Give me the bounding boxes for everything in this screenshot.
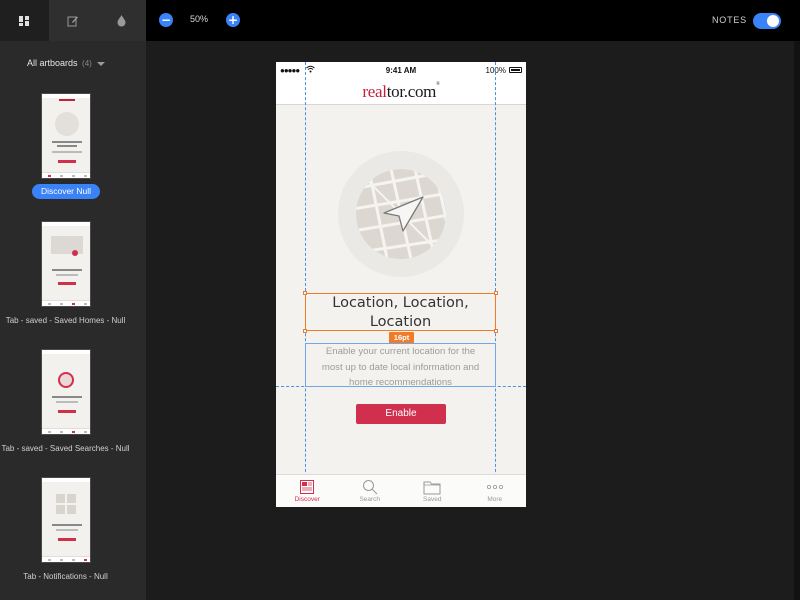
app-header: realtor.com® (276, 78, 526, 105)
ios-status-bar: ●●●●● 9:41 AM 100% (276, 62, 526, 78)
canvas-scrollbar[interactable] (794, 41, 800, 600)
tab-discover[interactable]: Discover (276, 475, 339, 507)
artboard-label-discover-null[interactable]: Discover Null (32, 184, 100, 199)
styles-tab[interactable] (97, 0, 146, 41)
artboard-thumbnail-discover-null[interactable] (41, 93, 91, 179)
edit-note-icon (67, 16, 78, 26)
tab-more[interactable]: More (464, 475, 527, 507)
search-icon (362, 480, 378, 495)
body-line-2: most up to date local information and (321, 361, 480, 373)
chevron-down-icon (97, 61, 106, 66)
artboards-sidebar: All artboards (4) Discover Null Tab - sa… (0, 41, 146, 600)
enable-button[interactable]: Enable (356, 404, 446, 424)
artboard-label-saved-homes[interactable]: Tab - saved - Saved Homes - Null (0, 316, 131, 326)
zoom-in-button[interactable]: + (226, 13, 240, 27)
artboard-count: (4) (82, 59, 92, 68)
location-map-illustration (338, 151, 464, 277)
tab-saved[interactable]: Saved (401, 475, 464, 507)
zoom-out-button[interactable]: − (159, 13, 173, 27)
tab-label-search: Search (359, 496, 381, 503)
realtor-logo: realtor.com® (362, 82, 440, 101)
heading-line-2: Location (369, 314, 432, 330)
all-artboards-title: All artboards (27, 58, 78, 68)
heading-selection[interactable]: Location, Location, Location (303, 291, 498, 333)
notes-tab[interactable] (49, 0, 98, 41)
artboard-thumbnail-saved-homes[interactable] (41, 221, 91, 307)
artboard-label-saved-searches[interactable]: Tab - saved - Saved Searches - Null (0, 444, 131, 454)
notes-label: NOTES (711, 15, 747, 25)
heading-line-1: Location, Location, (332, 295, 469, 311)
guide-line-right (495, 62, 496, 507)
all-artboards-dropdown[interactable]: All artboards (4) (27, 58, 106, 68)
artboards-tab[interactable] (0, 0, 49, 41)
guide-line-left (305, 62, 306, 507)
body-line-3: home recommendations (349, 377, 452, 388)
zoom-level: 50% (189, 14, 208, 24)
tab-label-discover: Discover (294, 496, 320, 503)
selection-handle[interactable] (494, 291, 498, 295)
artboard-thumbnail-notifications[interactable] (41, 477, 91, 563)
toggle-knob (767, 15, 779, 27)
selection-handle[interactable] (303, 329, 307, 333)
artboard-label-notifications[interactable]: Tab - Notifications - Null (0, 572, 131, 582)
battery-icon (509, 67, 522, 73)
color-drop-icon (117, 14, 126, 26)
main-toolbar: − 50% + NOTES (146, 0, 800, 41)
tab-search[interactable]: Search (339, 475, 402, 507)
artboard-discover-null[interactable]: ●●●●● 9:41 AM 100% realtor.com® Location… (276, 62, 526, 507)
sidebar-toolbar (0, 0, 146, 41)
notes-toggle[interactable] (753, 13, 781, 29)
app-tab-bar: Discover Search Saved More (276, 474, 526, 507)
artboards-grid-icon (19, 15, 30, 26)
tab-label-more: More (487, 496, 503, 503)
selection-handle[interactable] (494, 329, 498, 333)
selection-handle[interactable] (303, 291, 307, 295)
canvas[interactable]: ●●●●● 9:41 AM 100% realtor.com® Location… (146, 41, 800, 600)
tab-label-saved: Saved (423, 496, 442, 503)
discover-icon (300, 480, 315, 494)
folder-icon (423, 481, 441, 495)
more-icon (486, 485, 503, 490)
body-text-box[interactable]: Enable your current location for the mos… (305, 343, 496, 388)
artboard-thumbnail-saved-searches[interactable] (41, 349, 91, 435)
body-line-1: Enable your current location for the (325, 346, 476, 357)
